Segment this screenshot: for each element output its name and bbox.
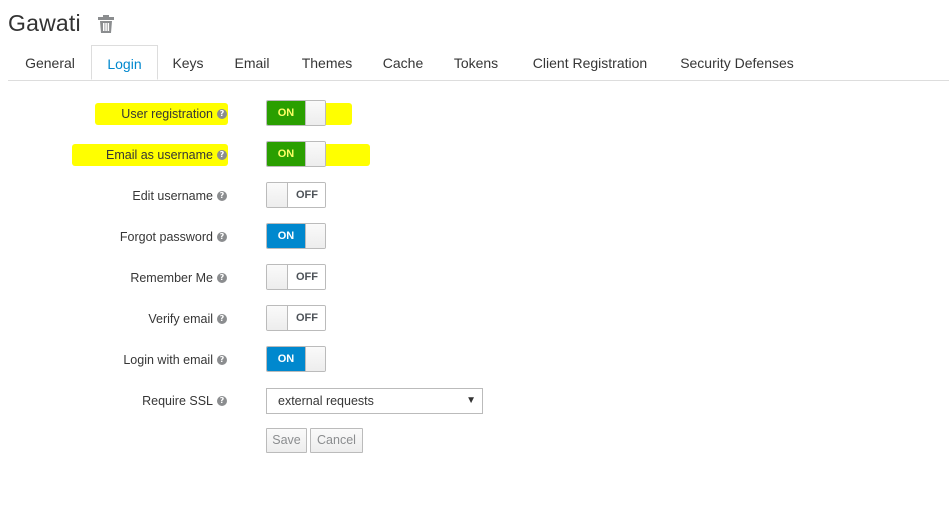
require-ssl-select[interactable]: external requests ▼ (266, 388, 483, 414)
user-registration-switch[interactable]: ON (266, 100, 326, 126)
email-as-username-switch[interactable]: ON (266, 141, 326, 167)
tab-keys[interactable]: Keys (158, 45, 218, 79)
edit-username-switch[interactable]: OFF (266, 182, 326, 208)
forgot-password-switch[interactable]: ON (266, 223, 326, 249)
tab-themes[interactable]: Themes (288, 45, 366, 79)
require-ssl-value: external requests (278, 394, 374, 408)
forgot-password-row: Forgot password? ON (0, 223, 949, 251)
email-as-username-label: Email as username? (106, 141, 227, 169)
save-button[interactable]: Save (266, 428, 307, 453)
tab-email[interactable]: Email (220, 45, 284, 79)
help-icon[interactable]: ? (217, 314, 227, 324)
require-ssl-label: Require SSL? (142, 387, 227, 415)
tab-security-defenses[interactable]: Security Defenses (668, 45, 806, 79)
verify-email-label: Verify email? (148, 305, 227, 333)
realm-title: Gawati (8, 9, 81, 36)
tab-login[interactable]: Login (91, 45, 158, 80)
login-with-email-label: Login with email? (123, 346, 227, 374)
login-with-email-switch[interactable]: ON (266, 346, 326, 372)
edit-username-label: Edit username? (132, 182, 227, 210)
help-icon[interactable]: ? (217, 355, 227, 365)
help-icon[interactable]: ? (217, 232, 227, 242)
tab-client-registration[interactable]: Client Registration (516, 45, 664, 79)
remember-me-label: Remember Me? (130, 264, 227, 292)
tab-cache[interactable]: Cache (370, 45, 436, 79)
cancel-button[interactable]: Cancel (310, 428, 363, 453)
edit-username-row: Edit username? OFF (0, 182, 949, 210)
chevron-down-icon: ▼ (466, 395, 476, 406)
help-icon[interactable]: ? (217, 396, 227, 406)
remember-me-row: Remember Me? OFF (0, 264, 949, 292)
verify-email-switch[interactable]: OFF (266, 305, 326, 331)
help-icon[interactable]: ? (217, 191, 227, 201)
help-icon[interactable]: ? (217, 109, 227, 119)
page-header: Gawati (8, 8, 115, 38)
tab-tokens[interactable]: Tokens (440, 45, 512, 79)
help-icon[interactable]: ? (217, 150, 227, 160)
verify-email-row: Verify email? OFF (0, 305, 949, 333)
forgot-password-label: Forgot password? (120, 223, 227, 251)
user-registration-label: User registration? (121, 100, 227, 128)
help-icon[interactable]: ? (217, 273, 227, 283)
user-registration-row: User registration? ON (0, 100, 949, 128)
remember-me-switch[interactable]: OFF (266, 264, 326, 290)
trash-icon[interactable] (97, 14, 115, 34)
login-with-email-row: Login with email? ON (0, 346, 949, 374)
tab-general[interactable]: General (8, 45, 92, 79)
email-as-username-row: Email as username? ON (0, 141, 949, 169)
realm-tabs: General Login Keys Email Themes Cache To… (8, 45, 949, 81)
